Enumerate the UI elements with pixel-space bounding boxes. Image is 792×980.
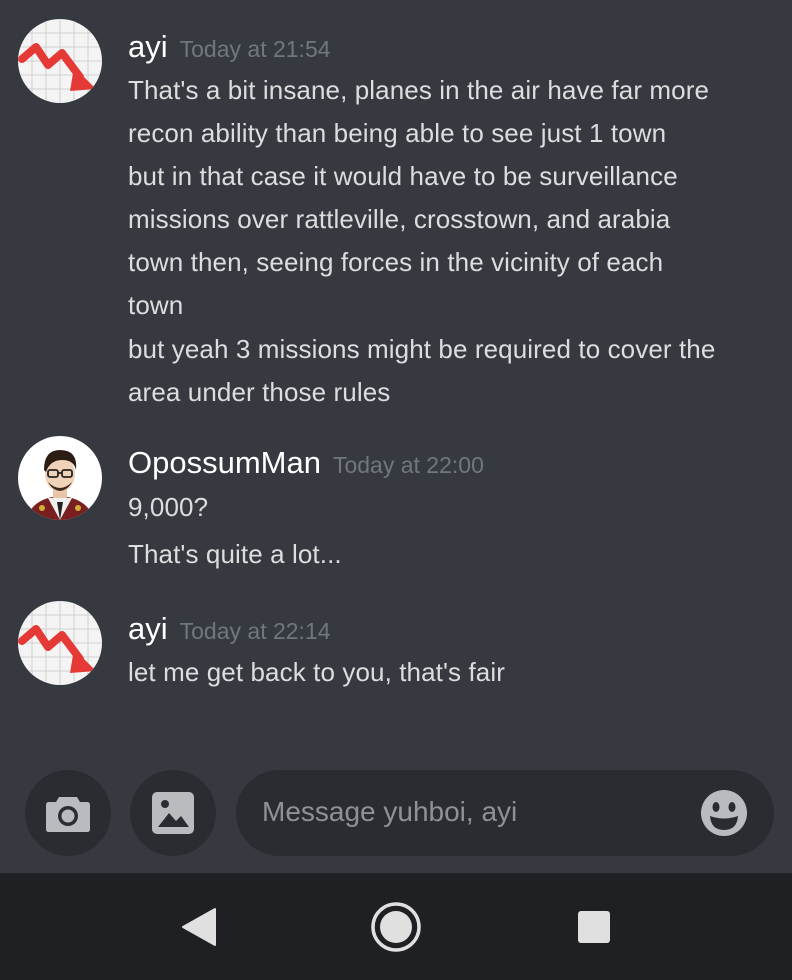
message-header: ayi Today at 21:54 bbox=[128, 29, 331, 65]
back-button[interactable] bbox=[172, 900, 226, 954]
timestamp: Today at 21:54 bbox=[179, 36, 331, 62]
message-line: area under those rules bbox=[128, 377, 391, 407]
timestamp: Today at 22:00 bbox=[332, 452, 484, 478]
stock-chart-down-icon bbox=[18, 19, 102, 103]
camera-icon bbox=[46, 797, 90, 832]
message-line: but in that case it would have to be sur… bbox=[128, 161, 678, 191]
avatar-ayi[interactable] bbox=[18, 19, 102, 103]
timestamp: Today at 22:14 bbox=[179, 618, 331, 644]
recents-button[interactable] bbox=[567, 900, 621, 954]
system-navigation-bar bbox=[0, 873, 792, 980]
message-line: recon ability than being able to see jus… bbox=[128, 118, 667, 148]
message-input-placeholder: Message yuhboi, ayi bbox=[262, 796, 518, 827]
message-header: OpossumMan Today at 22:00 bbox=[128, 445, 484, 481]
home-circle-icon bbox=[371, 902, 421, 952]
message-list: ayi Today at 21:54 That's a bit insane, p… bbox=[0, 0, 792, 760]
message-line: That's a bit insane, planes in the air h… bbox=[128, 75, 710, 105]
username[interactable]: OpossumMan bbox=[128, 445, 321, 480]
message-header: ayi Today at 22:14 bbox=[128, 611, 331, 647]
message-input[interactable]: Message yuhboi, ayi bbox=[236, 770, 774, 856]
back-triangle-icon bbox=[182, 908, 216, 946]
message-line: That's quite a lot... bbox=[128, 539, 342, 569]
message-line: 9,000? bbox=[128, 492, 209, 522]
gallery-button[interactable] bbox=[130, 770, 216, 856]
message-line: but yeah 3 missions might be required to… bbox=[128, 334, 716, 364]
camera-button[interactable] bbox=[25, 770, 111, 856]
username[interactable]: ayi bbox=[128, 611, 168, 646]
message-line: town then, seeing forces in the vicinity… bbox=[128, 247, 664, 277]
message-line: town bbox=[128, 290, 184, 320]
username[interactable]: ayi bbox=[128, 29, 168, 64]
home-button[interactable] bbox=[369, 900, 423, 954]
image-icon bbox=[152, 792, 194, 834]
emoji-icon[interactable] bbox=[700, 789, 748, 837]
portrait-icon bbox=[18, 436, 102, 520]
avatar-opossumman[interactable] bbox=[18, 436, 102, 520]
recents-square-icon bbox=[578, 911, 610, 943]
message-composer: Message yuhboi, ayi bbox=[0, 762, 792, 872]
avatar-ayi[interactable] bbox=[18, 601, 102, 685]
stock-chart-down-icon bbox=[18, 601, 102, 685]
message-line: let me get back to you, that's fair bbox=[128, 657, 505, 687]
message-line: missions over rattleville, crosstown, an… bbox=[128, 204, 671, 234]
